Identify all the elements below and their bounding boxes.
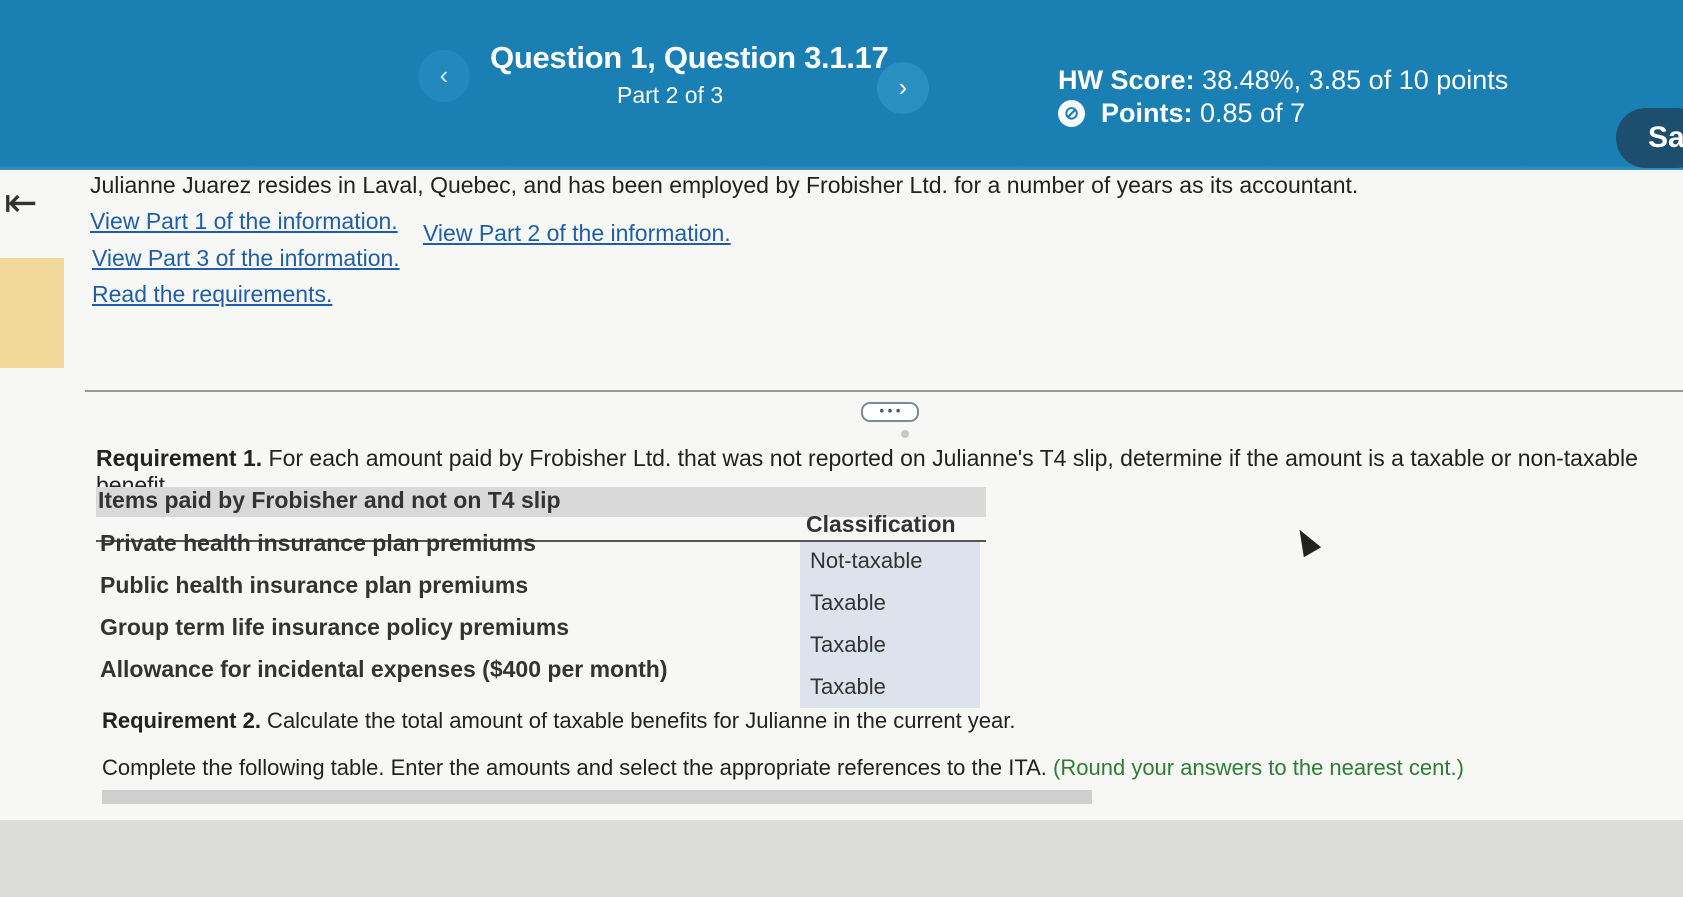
classification-select[interactable]: Not-taxable (810, 548, 923, 574)
expand-more-button[interactable]: • • • (861, 402, 919, 422)
hw-score-value: 38.48%, 3.85 of 10 points (1202, 65, 1509, 95)
classification-select[interactable]: Taxable (810, 632, 886, 658)
read-requirements-link[interactable]: Read the requirements. (92, 281, 332, 308)
classification-select[interactable]: Taxable (810, 674, 886, 700)
question-part: Part 2 of 3 (617, 82, 724, 108)
table-row-item: Allowance for incidental expenses ($400 … (100, 656, 668, 682)
requirement-1-label: Requirement 1. (96, 445, 263, 471)
chevron-right-icon: › (898, 72, 908, 102)
table-row-item: Group term life insurance policy premium… (100, 614, 570, 640)
classification-select[interactable]: Taxable (810, 590, 886, 616)
table-row-item: Private health insurance plan premiums (100, 530, 536, 556)
instruction-text: Complete the following table. Enter the … (102, 755, 1047, 780)
side-tab[interactable] (0, 258, 64, 368)
requirement-2-label: Requirement 2. (102, 708, 261, 733)
points-value: 0.85 of 7 (1200, 98, 1306, 128)
answer-table-header (102, 790, 1092, 804)
rounding-note: (Round your answers to the nearest cent.… (1053, 755, 1464, 780)
requirement-2: Requirement 2. Calculate the total amoun… (102, 708, 1016, 734)
partial-credit-icon: ⊘ (1058, 100, 1085, 127)
column-header-items: Items paid by Frobisher and not on T4 sl… (98, 487, 561, 513)
points: ⊘ Points: 0.85 of 7 (1058, 98, 1305, 129)
save-button[interactable]: Sa (1616, 108, 1683, 168)
view-part-3-link[interactable]: View Part 3 of the information. (92, 245, 400, 272)
back-arrow-icon[interactable]: ⇤ (4, 180, 38, 226)
hw-score-label: HW Score: (1058, 65, 1195, 95)
view-part-1-link[interactable]: View Part 1 of the information. (90, 208, 398, 235)
table-row-item: Public health insurance plan premiums (100, 572, 529, 598)
divider (85, 390, 1683, 392)
question-title: Question 1, Question 3.1.17 (490, 40, 889, 75)
requirement-2-text: Calculate the total amount of taxable be… (260, 708, 1016, 733)
previous-question-button[interactable]: ‹ (418, 50, 470, 102)
divider-dot (901, 430, 909, 438)
points-label: Points: (1101, 98, 1193, 128)
page-bottom (0, 820, 1683, 897)
hw-score: HW Score: 38.48%, 3.85 of 10 points (1058, 65, 1508, 96)
chevron-left-icon: ‹ (439, 60, 449, 90)
view-part-2-link[interactable]: View Part 2 of the information. (423, 220, 731, 247)
instructions: Complete the following table. Enter the … (102, 755, 1464, 781)
problem-intro: Julianne Juarez resides in Laval, Quebec… (90, 172, 1359, 198)
column-header-classification: Classification (806, 511, 956, 537)
next-question-button[interactable]: › (877, 62, 929, 114)
